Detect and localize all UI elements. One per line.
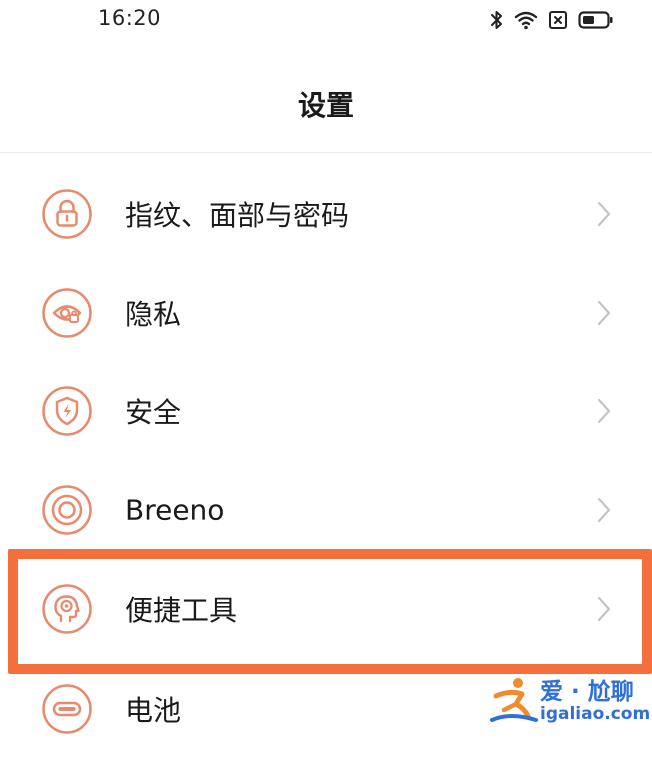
watermark-title: 爱 · 尬聊 [540, 679, 634, 705]
settings-item-fingerprint-face-password[interactable]: 指纹、面部与密码 [0, 165, 652, 263]
settings-item-label: 安全 [125, 396, 182, 429]
settings-item-breeno[interactable]: Breeno [0, 461, 652, 559]
page-title: 设置 [297, 89, 354, 122]
battery-item-icon [42, 684, 92, 734]
chevron-right-icon [594, 396, 614, 426]
chevron-right-icon [594, 298, 614, 328]
chevron-right-icon [594, 495, 614, 525]
settings-item-convenience-tools[interactable]: 便捷工具 [0, 560, 652, 658]
settings-item-privacy[interactable]: 隐私 [0, 264, 652, 362]
settings-item-label: 电池 [125, 694, 182, 727]
chevron-right-icon [594, 594, 614, 624]
settings-item-label: Breeno [125, 493, 225, 527]
status-time: 16:20 [98, 6, 162, 30]
watermark: 爱 · 尬聊 igaliao.com [488, 670, 650, 732]
settings-item-security[interactable]: 安全 [0, 362, 652, 460]
convenience-tools-icon [42, 584, 92, 634]
wifi-icon [514, 10, 538, 30]
privacy-eye-icon [42, 288, 92, 338]
sim-none-icon [548, 10, 568, 30]
status-icons [490, 8, 614, 32]
chevron-right-icon [594, 199, 614, 229]
bluetooth-icon [490, 10, 504, 30]
battery-icon [578, 10, 614, 30]
settings-item-label: 指纹、面部与密码 [125, 199, 350, 232]
runner-logo-icon [488, 674, 540, 726]
status-bar: 16:20 [0, 0, 652, 40]
shield-bolt-icon [42, 386, 92, 436]
lock-icon [42, 189, 92, 239]
settings-item-label: 隐私 [125, 298, 182, 331]
settings-item-label: 便捷工具 [125, 594, 238, 627]
watermark-url: igaliao.com [540, 704, 651, 724]
breeno-rings-icon [42, 485, 92, 535]
header: 设置 [0, 40, 652, 153]
